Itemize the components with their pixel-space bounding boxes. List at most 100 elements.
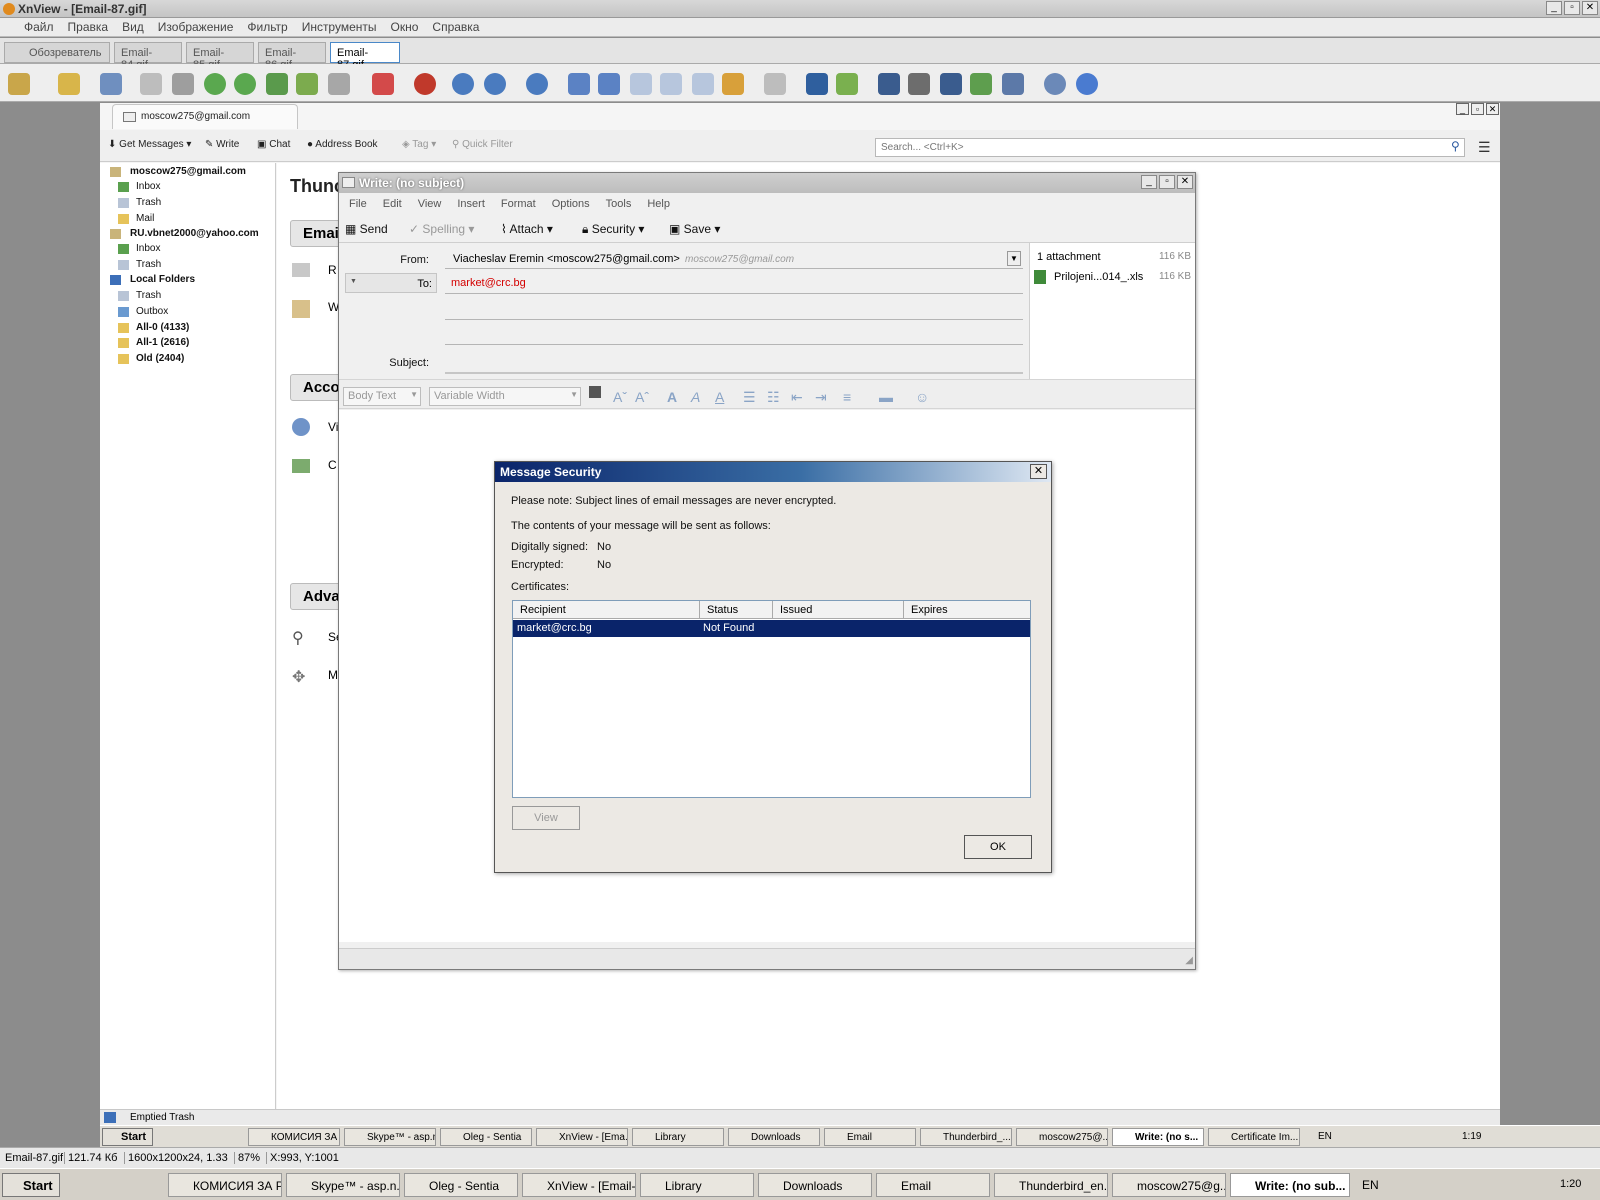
rotate-right-icon[interactable] — [234, 73, 256, 95]
menu-view[interactable]: Вид — [122, 20, 144, 34]
empty-recipient-row[interactable] — [445, 319, 1023, 320]
next-icon[interactable] — [598, 73, 620, 95]
task-item[interactable]: Skype™ - asp.n... — [286, 1173, 400, 1197]
tab-email-86[interactable]: Email-86.gif — [258, 42, 326, 71]
column-recipient[interactable]: Recipient — [513, 601, 700, 619]
undo-icon[interactable] — [140, 73, 162, 95]
get-messages-button[interactable]: ⬇ Get Messages ▾ — [108, 139, 191, 150]
compose-close-button[interactable]: ✕ — [1177, 175, 1193, 189]
inner-task-item[interactable]: КОМИСИЯ ЗА Р... — [248, 1128, 340, 1146]
tree-icon[interactable] — [8, 73, 30, 95]
copy-icon[interactable] — [692, 73, 714, 95]
to-value[interactable]: market@crc.bg — [451, 277, 526, 289]
menu-edit[interactable]: Правка — [68, 20, 109, 34]
binoculars-icon[interactable] — [878, 73, 900, 95]
text-color-icon[interactable] — [589, 386, 601, 398]
task-item[interactable]: moscow275@g... — [1112, 1173, 1226, 1197]
tab-email-84[interactable]: Email-84.gif — [114, 42, 182, 71]
task-item[interactable]: КОМИСИЯ ЗА Р... — [168, 1173, 282, 1197]
convert-icon[interactable] — [296, 73, 318, 95]
minimize-button[interactable]: _ — [1546, 1, 1562, 15]
settings-icon[interactable] — [1044, 73, 1066, 95]
task-item[interactable]: Thunderbird_en... — [994, 1173, 1108, 1197]
indent-icon[interactable]: ⇥ — [815, 389, 827, 406]
spelling-button[interactable]: ✓ Spelling ▾ — [409, 222, 474, 236]
from-select[interactable]: Viacheslav Eremin <moscow275@gmail.com> … — [445, 249, 1023, 269]
inner-task-item[interactable]: XnView - [Ema... — [536, 1128, 628, 1146]
address-book-button[interactable]: ● Address Book — [307, 139, 378, 150]
compose-menu-format[interactable]: Format — [501, 198, 536, 210]
compose-menu-insert[interactable]: Insert — [457, 198, 485, 210]
column-status[interactable]: Status — [700, 601, 773, 619]
task-item[interactable]: XnView - [Email-... — [522, 1173, 636, 1197]
menu-filter[interactable]: Фильтр — [247, 20, 287, 34]
zoom-out-icon[interactable] — [526, 73, 548, 95]
folder-inbox[interactable]: Inbox — [136, 243, 160, 254]
menu-file[interactable]: Файл — [24, 20, 54, 34]
compare-icon[interactable] — [764, 73, 786, 95]
last-icon[interactable] — [660, 73, 682, 95]
menu-tools[interactable]: Инструменты — [302, 20, 377, 34]
chat-button[interactable]: ▣ Chat — [257, 139, 290, 150]
numbered-list-icon[interactable]: ☷ — [767, 389, 780, 406]
resize-icon[interactable] — [328, 73, 350, 95]
search-icon[interactable]: ⚲ — [1451, 139, 1460, 153]
table-row[interactable]: market@crc.bg Not Found — [513, 620, 1030, 637]
redeye-icon[interactable] — [414, 73, 436, 95]
smiley-icon[interactable]: ☺ — [915, 389, 929, 405]
tab-email-87[interactable]: Email-87.gif — [330, 42, 400, 71]
message-filters-link[interactable]: M — [328, 668, 338, 682]
task-item[interactable]: Email — [876, 1173, 990, 1197]
inner-task-item[interactable]: Thunderbird_... — [920, 1128, 1012, 1146]
quick-filter-button[interactable]: ⚲ Quick Filter — [452, 139, 513, 150]
outdent-icon[interactable]: ⇤ — [791, 389, 803, 406]
app-menu-icon[interactable]: ☰ — [1478, 139, 1491, 156]
start-button[interactable]: Start — [2, 1173, 60, 1197]
folder-trash[interactable]: Trash — [136, 259, 161, 270]
save-button[interactable]: ▣ Save ▾ — [669, 222, 720, 236]
read-messages-link[interactable]: R — [328, 263, 337, 277]
column-issued[interactable]: Issued — [773, 601, 904, 619]
chevron-down-icon[interactable]: ▼ — [1007, 251, 1021, 266]
folder-trash[interactable]: Trash — [136, 197, 161, 208]
close-button[interactable]: ✕ — [1582, 1, 1598, 15]
larger-font-icon[interactable]: Aˆ — [635, 389, 649, 405]
language-indicator[interactable]: EN — [1362, 1178, 1379, 1192]
subject-input[interactable] — [445, 372, 1023, 374]
italic-icon[interactable]: A — [691, 389, 700, 405]
task-item-active[interactable]: Write: (no sub... — [1230, 1173, 1350, 1197]
task-item[interactable]: Downloads — [758, 1173, 872, 1197]
menu-help[interactable]: Справка — [432, 20, 479, 34]
folder-account-gmail[interactable]: moscow275@gmail.com — [130, 166, 246, 177]
scanner-icon[interactable] — [940, 73, 962, 95]
export-folder-icon[interactable] — [836, 73, 858, 95]
folder-local[interactable]: Local Folders — [130, 274, 195, 285]
task-item[interactable]: Library — [640, 1173, 754, 1197]
folder-trash[interactable]: Trash — [136, 290, 161, 301]
first-icon[interactable] — [630, 73, 652, 95]
folder-old[interactable]: Old (2404) — [136, 353, 184, 364]
task-item[interactable]: Oleg - Sentia — [404, 1173, 518, 1197]
send-button[interactable]: ▦ Send — [345, 222, 388, 236]
write-button[interactable]: ✎ Write — [205, 139, 239, 150]
print-icon[interactable] — [908, 73, 930, 95]
bullet-list-icon[interactable]: ☰ — [743, 389, 756, 406]
create-account-link[interactable]: C — [328, 458, 337, 472]
inner-minimize-button[interactable]: _ — [1456, 103, 1469, 115]
bold-icon[interactable]: A — [667, 389, 677, 405]
compose-maximize-button[interactable]: ▫ — [1159, 175, 1175, 189]
inner-task-item[interactable]: Oleg - Sentia — [440, 1128, 532, 1146]
folder-outbox[interactable]: Outbox — [136, 306, 168, 317]
column-expires[interactable]: Expires — [904, 601, 1030, 619]
previous-icon[interactable] — [568, 73, 590, 95]
compose-menu-view[interactable]: View — [418, 198, 442, 210]
ok-button[interactable]: OK — [964, 835, 1032, 859]
attachment-item[interactable]: Prilojeni...014_.xls — [1054, 271, 1143, 283]
insert-icon[interactable]: ▬ — [879, 389, 893, 405]
inner-restore-button[interactable]: ▫ — [1471, 103, 1484, 115]
folder-inbox[interactable]: Inbox — [136, 181, 160, 192]
folder-all-1[interactable]: All-1 (2616) — [136, 337, 189, 348]
dialog-close-button[interactable]: ✕ — [1030, 464, 1047, 479]
account-tab[interactable]: moscow275@gmail.com — [112, 104, 298, 129]
inner-task-item[interactable]: Skype™ - asp.n... — [344, 1128, 436, 1146]
